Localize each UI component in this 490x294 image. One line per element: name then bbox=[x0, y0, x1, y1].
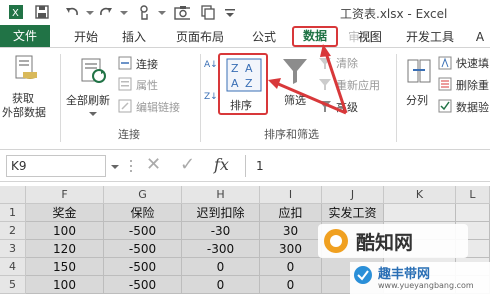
table-cell[interactable]: 0 bbox=[182, 276, 260, 294]
confirm-entry-icon[interactable]: ✓ bbox=[180, 154, 195, 175]
formula-input[interactable]: 1 bbox=[245, 155, 490, 177]
table-cell[interactable]: -500 bbox=[104, 222, 182, 240]
watermark-site: 趣丰带网 www.yueyangbang.com bbox=[350, 262, 490, 294]
watermark-site-url: www.yueyangbang.com bbox=[378, 281, 474, 290]
table-cell[interactable]: 迟到扣除 bbox=[182, 204, 260, 222]
ribbon-panel: 获取 外部数据 全部刷新 连接 属性 编辑链接 连接 A↓Z Z↓A Z A A… bbox=[0, 44, 490, 150]
table-cell[interactable]: 100 bbox=[26, 222, 104, 240]
row-header[interactable]: 1 bbox=[0, 204, 26, 222]
row-header[interactable]: 3 bbox=[0, 240, 26, 258]
name-box[interactable]: K9 bbox=[6, 155, 106, 177]
table-cell[interactable]: -500 bbox=[104, 276, 182, 294]
table-cell[interactable] bbox=[384, 204, 456, 222]
column-header-h[interactable]: H bbox=[182, 186, 260, 204]
table-cell[interactable]: 0 bbox=[260, 276, 322, 294]
table-cell[interactable]: 30 bbox=[260, 222, 322, 240]
column-header-l[interactable]: L bbox=[456, 186, 490, 204]
insert-function-icon[interactable]: fx bbox=[214, 155, 229, 174]
table-cell[interactable]: -30 bbox=[182, 222, 260, 240]
watermark-site-cn: 趣丰带网 bbox=[378, 267, 431, 282]
formula-bar: K9 ✕ ✓ fx 1 bbox=[0, 150, 490, 182]
column-header-f[interactable]: F bbox=[26, 186, 104, 204]
table-cell[interactable]: 奖金 bbox=[26, 204, 104, 222]
table-cell[interactable]: -500 bbox=[104, 258, 182, 276]
table-cell[interactable]: 300 bbox=[260, 240, 322, 258]
column-header-g[interactable]: G bbox=[104, 186, 182, 204]
table-cell[interactable]: -300 bbox=[182, 240, 260, 258]
column-header-i[interactable]: I bbox=[260, 186, 322, 204]
table-cell[interactable]: 0 bbox=[260, 258, 322, 276]
table-cell[interactable]: -500 bbox=[104, 240, 182, 258]
annotation-arrows bbox=[268, 44, 348, 115]
table-cell[interactable]: 100 bbox=[26, 276, 104, 294]
column-header-k[interactable]: K bbox=[384, 186, 456, 204]
cancel-entry-icon[interactable]: ✕ bbox=[146, 154, 161, 175]
name-box-dropdown-icon[interactable] bbox=[110, 161, 120, 174]
watermark-logo: 酷知网 bbox=[318, 224, 468, 258]
watermark-logo-icon bbox=[324, 229, 348, 253]
select-all-corner[interactable] bbox=[0, 186, 26, 204]
table-cell[interactable]: 150 bbox=[26, 258, 104, 276]
column-header-j[interactable]: J bbox=[322, 186, 384, 204]
table-cell[interactable]: 实发工资 bbox=[322, 204, 384, 222]
watermark-brand: 酷知网 bbox=[356, 232, 414, 254]
row-header[interactable]: 4 bbox=[0, 258, 26, 276]
row-header[interactable]: 2 bbox=[0, 222, 26, 240]
table-cell[interactable]: 120 bbox=[26, 240, 104, 258]
table-cell[interactable]: 0 bbox=[182, 258, 260, 276]
watermark-site-icon bbox=[354, 266, 372, 284]
table-cell[interactable]: 应扣 bbox=[260, 204, 322, 222]
row-header[interactable]: 5 bbox=[0, 276, 26, 294]
table-cell[interactable]: 保险 bbox=[104, 204, 182, 222]
formula-bar-divider-icon bbox=[128, 158, 134, 177]
table-cell[interactable] bbox=[456, 204, 490, 222]
